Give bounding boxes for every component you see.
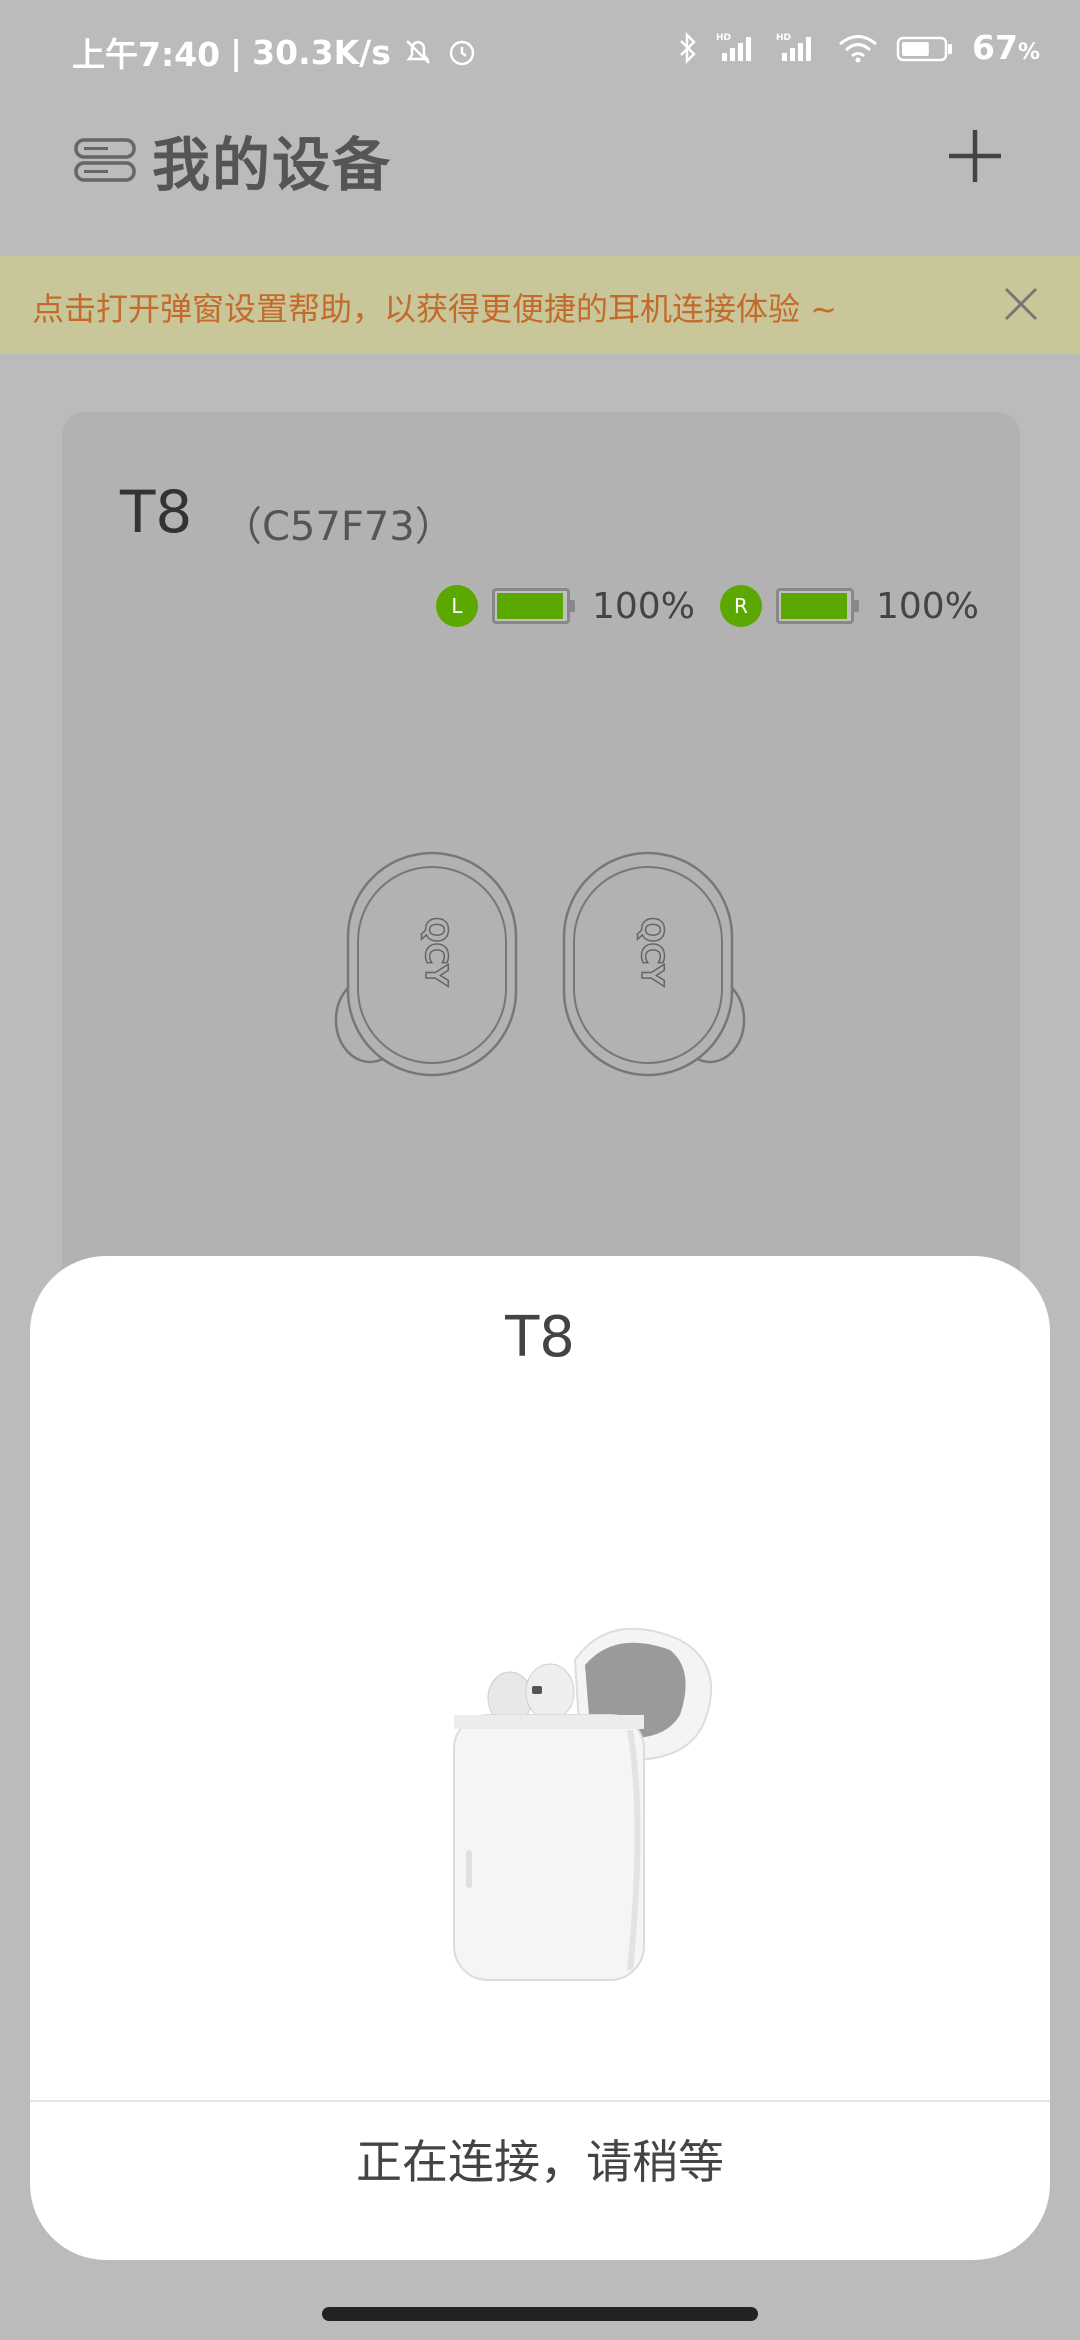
wifi-icon (839, 34, 877, 62)
battery-icon (896, 36, 953, 61)
banner-text[interactable]: 点击打开弹窗设置帮助，以获得更便捷的耳机连接体验 ~ (32, 284, 837, 330)
device-name: T8 (120, 478, 193, 546)
earbuds-illustration: QCY QCY (334, 851, 746, 1077)
left-battery-percent: 100% (592, 585, 695, 627)
devices-menu-icon[interactable] (74, 138, 136, 182)
right-earbud-badge: R (720, 585, 762, 627)
left-battery-bar (492, 588, 575, 624)
left-battery: L 100% (436, 585, 695, 627)
popup-title: T8 (505, 1305, 575, 1370)
right-battery-percent: 100% (876, 585, 979, 627)
device-id: （C57F73） (222, 504, 455, 550)
status-time: 上午7:40 (72, 35, 221, 74)
status-bar: 上午7:40 | 30.3K/s HD HD 67% (0, 0, 1080, 104)
signal-hd-icon: HD (776, 33, 812, 61)
charging-case-image (453, 1627, 713, 1981)
svg-text:HD: HD (716, 33, 731, 43)
battery-percent: 67% (972, 28, 1040, 67)
close-icon[interactable] (1003, 286, 1039, 322)
earbud-logo-left: QCY (418, 917, 453, 988)
popup-divider (30, 2100, 1050, 2102)
status-separator: | (230, 32, 243, 72)
plus-icon[interactable] (945, 126, 1005, 186)
mute-bell-icon (405, 40, 430, 64)
popup-status-text: 正在连接，请稍等 (356, 2135, 724, 2189)
alarm-icon (449, 40, 475, 66)
earbud-logo-right: QCY (634, 917, 669, 988)
svg-text:HD: HD (776, 33, 791, 43)
home-indicator[interactable] (322, 2307, 758, 2321)
page-title: 我的设备 (152, 131, 393, 199)
network-speed: 30.3K/s (252, 32, 391, 72)
right-battery: R 100% (720, 585, 979, 627)
help-banner[interactable]: 点击打开弹窗设置帮助，以获得更便捷的耳机连接体验 ~ (0, 256, 1080, 354)
bluetooth-icon (680, 31, 696, 64)
signal-hd-icon: HD (716, 33, 752, 61)
left-earbud-badge: L (436, 585, 478, 627)
right-battery-bar (776, 588, 859, 624)
